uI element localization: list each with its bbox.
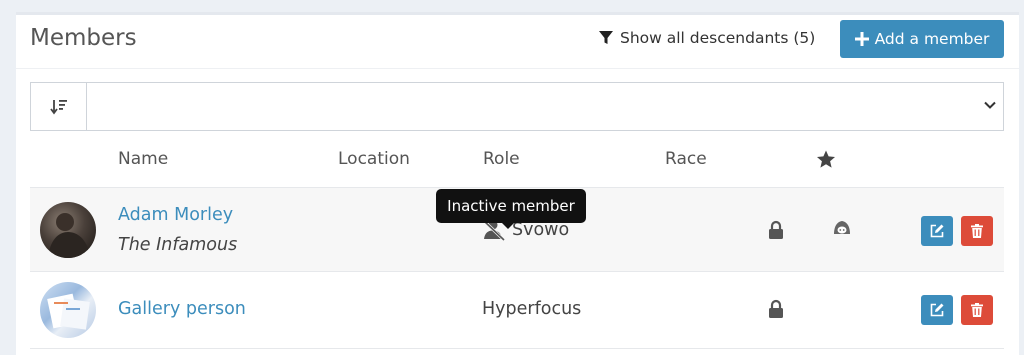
show-descendants-link[interactable]: Show all descendants (5)	[598, 29, 815, 47]
avatar[interactable]	[40, 282, 96, 338]
edit-icon	[930, 224, 944, 238]
plus-icon	[854, 32, 869, 46]
filter-icon	[599, 31, 613, 44]
avatar-image	[47, 293, 90, 330]
edit-button[interactable]	[921, 295, 953, 325]
column-header-role[interactable]: Role	[483, 149, 520, 169]
show-descendants-label: Show all descendants (5)	[620, 29, 816, 47]
column-header-race[interactable]: Race	[665, 149, 707, 169]
delete-button[interactable]	[961, 216, 993, 246]
edit-icon	[930, 303, 944, 317]
table-row: Gallery person Hyperfocus	[30, 271, 1004, 349]
sort-field-select[interactable]	[87, 83, 1003, 130]
column-header-location[interactable]: Location	[338, 149, 410, 169]
page-title: Members	[30, 25, 137, 51]
chevron-down-icon	[984, 101, 996, 109]
sort-descending-icon	[49, 99, 67, 114]
members-panel: Members Show all descendants (5) Add a m…	[16, 12, 1019, 355]
panel-header: Members Show all descendants (5) Add a m…	[16, 15, 1019, 69]
lock-icon	[769, 299, 783, 318]
member-name-link[interactable]: Gallery person	[118, 299, 246, 319]
sort-bar	[30, 82, 1004, 131]
inactive-member-tooltip: Inactive member	[436, 189, 586, 229]
star-icon[interactable]	[816, 150, 836, 169]
member-role: Hyperfocus	[482, 299, 581, 319]
add-member-button[interactable]: Add a member	[840, 20, 1004, 58]
column-header-name[interactable]: Name	[118, 149, 168, 169]
avatar-image	[48, 213, 90, 258]
avatar[interactable]	[40, 202, 96, 258]
sort-direction-button[interactable]	[31, 83, 87, 130]
trash-icon	[971, 303, 983, 317]
lock-icon	[769, 220, 783, 239]
trash-icon	[971, 224, 983, 238]
member-role-label: Hyperfocus	[482, 299, 582, 319]
add-member-label: Add a member	[874, 30, 990, 48]
hooded-figure-icon	[834, 221, 850, 234]
delete-button[interactable]	[961, 295, 993, 325]
member-name-link[interactable]: Adam Morley	[118, 205, 233, 225]
edit-button[interactable]	[921, 216, 953, 246]
member-title: The Infamous	[118, 235, 238, 255]
member-role-label: Svowo	[512, 220, 570, 240]
